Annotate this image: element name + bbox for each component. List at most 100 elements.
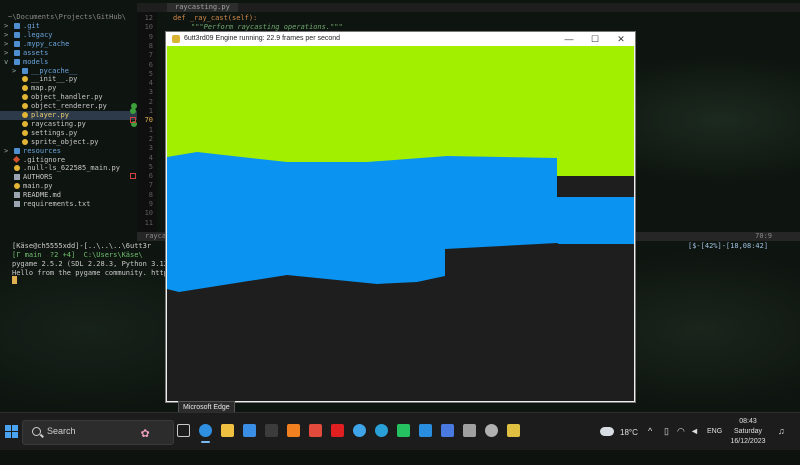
line-number: 5 (148, 69, 153, 78)
tree-item[interactable]: map.py (0, 84, 137, 93)
tree-item[interactable]: settings.py (0, 129, 137, 138)
tree-item[interactable]: > resources (0, 147, 137, 156)
tree-item[interactable]: v models (0, 58, 137, 67)
tree-item[interactable]: main.py (0, 182, 137, 191)
game-window-titlebar[interactable]: 6utt3rd09 Engine running: 22.9 frames pe… (166, 32, 635, 46)
line-number: 9 (148, 200, 153, 208)
editor-tab-strip: raycasting.py (137, 3, 800, 12)
whatsapp-icon[interactable] (397, 424, 410, 437)
game-render-canvas[interactable] (167, 46, 634, 401)
taskbar-search-box[interactable]: Search ✿ (22, 420, 174, 445)
python-file-icon (22, 138, 28, 145)
file-explorer-icon[interactable] (221, 424, 234, 437)
chevron-right-icon[interactable]: > (4, 22, 8, 31)
python-file-icon (22, 129, 28, 136)
weather-icon[interactable] (598, 423, 614, 436)
chevron-right-icon[interactable]: > (4, 49, 8, 58)
vlc-icon[interactable] (287, 424, 300, 437)
search-placeholder: Search (47, 426, 76, 436)
line-number: 3 (148, 144, 153, 153)
terminal-icon[interactable] (265, 424, 278, 437)
tree-item[interactable]: requirements.txt (0, 200, 137, 209)
chevron-right-icon[interactable]: > (12, 67, 16, 76)
tree-item-label: object_renderer.py (31, 102, 107, 111)
chevron-right-icon[interactable]: > (4, 147, 8, 156)
edge-beta-icon[interactable] (353, 424, 366, 437)
line-number: 1 (148, 107, 153, 115)
youtube-icon[interactable] (331, 424, 344, 437)
language-indicator[interactable]: ENG (707, 428, 722, 465)
settings-icon[interactable] (485, 424, 498, 437)
chevron-down-icon[interactable]: v (4, 58, 8, 67)
tree-item[interactable]: player.py (0, 111, 137, 120)
chevron-right-icon[interactable]: > (4, 40, 8, 49)
clock-day: Saturday (733, 428, 763, 435)
mail-icon[interactable] (243, 424, 256, 437)
line-number: 8 (148, 190, 153, 199)
tree-item[interactable]: AUTHORS (0, 173, 137, 182)
folder-icon (14, 49, 20, 56)
notification-bell-icon[interactable]: ♫ (778, 426, 785, 463)
signal-icon[interactable] (441, 424, 454, 437)
line-number: 7 (148, 181, 153, 190)
show-hidden-icons-chevron-icon[interactable]: ^ (648, 426, 652, 463)
clock[interactable]: 08:43 Saturday 16/12/2023 (730, 417, 766, 454)
phone-link-icon[interactable]: ▯ (664, 426, 669, 463)
line-number: 4 (148, 79, 153, 88)
python-file-icon (22, 94, 28, 101)
tree-item[interactable]: raycasting.py (0, 120, 137, 129)
tree-path: ~\Documents\Projects\GitHub\ (8, 13, 127, 21)
cloud-icon[interactable] (463, 424, 476, 437)
close-button[interactable]: ✕ (610, 32, 632, 46)
tree-item[interactable]: > assets (0, 49, 137, 58)
terminal-output-hello: Hello from the pygame community. http (12, 269, 168, 277)
wifi-icon[interactable]: ◠ (677, 426, 685, 463)
python-icon[interactable] (507, 424, 520, 437)
tree-item-label: .mypy_cache (23, 39, 70, 48)
tree-item[interactable]: README.md (0, 191, 137, 200)
tree-item[interactable]: object_renderer.py (0, 102, 137, 111)
weather-temperature[interactable]: 18°C (620, 428, 638, 465)
edge-dev-icon[interactable] (375, 424, 388, 437)
speaker-icon[interactable]: ◄ (690, 426, 699, 463)
chevron-right-icon[interactable]: > (4, 31, 8, 40)
tree-item[interactable]: > .mypy_cache (0, 40, 137, 49)
line-number: 70 (144, 116, 153, 125)
tree-item[interactable]: object_handler.py (0, 93, 137, 102)
maximize-button[interactable]: ☐ (584, 32, 606, 46)
line-number: 2 (148, 97, 153, 106)
tree-item[interactable]: > __pycache__ (0, 67, 137, 76)
python-file-icon (22, 76, 28, 83)
tree-item[interactable]: __init__.py (0, 75, 137, 84)
chrome-icon[interactable] (309, 424, 322, 437)
game-window[interactable]: 6utt3rd09 Engine running: 22.9 frames pe… (166, 32, 635, 402)
task-view-icon[interactable] (177, 424, 190, 437)
tree-item[interactable]: > .git (0, 22, 137, 31)
line-number: 5 (148, 162, 153, 171)
start-button[interactable] (5, 425, 19, 439)
tree-item[interactable]: sprite_object.py (0, 138, 137, 147)
line-number: 11 (144, 218, 153, 227)
folder-icon (22, 67, 28, 74)
tree-item-label: assets (23, 48, 49, 57)
edge-icon[interactable] (199, 424, 212, 443)
tree-item-label: .legacy (23, 30, 53, 39)
folder-icon (14, 40, 20, 47)
tree-item-label: settings.py (31, 128, 78, 137)
tree-item-label: requirements.txt (23, 200, 91, 208)
tree-item[interactable]: > .legacy (0, 31, 137, 40)
tree-item[interactable]: .null-ls_622585_main.py (0, 164, 137, 173)
tab-raycasting[interactable]: raycasting.py (167, 3, 238, 12)
python-file-icon (14, 183, 20, 190)
vscode-icon[interactable] (419, 424, 432, 437)
folder-icon (14, 23, 20, 29)
terminal-output-pygame: pygame 2.5.2 (SDL 2.28.3, Python 3.12 (12, 260, 168, 268)
tree-item-label: resources (23, 146, 61, 155)
terminal-panel[interactable]: [Käse@ch5555xdd]-[..\..\..\6utt3r [Γ mai… (12, 242, 172, 287)
line-number: 9 (148, 32, 153, 41)
minimize-button[interactable]: — (558, 32, 580, 46)
tree-item-label: .git (23, 22, 40, 30)
tree-item-label: __init__.py (31, 75, 78, 84)
tree-item[interactable]: .gitignore (0, 155, 137, 165)
fold-marker-icon (130, 117, 136, 124)
